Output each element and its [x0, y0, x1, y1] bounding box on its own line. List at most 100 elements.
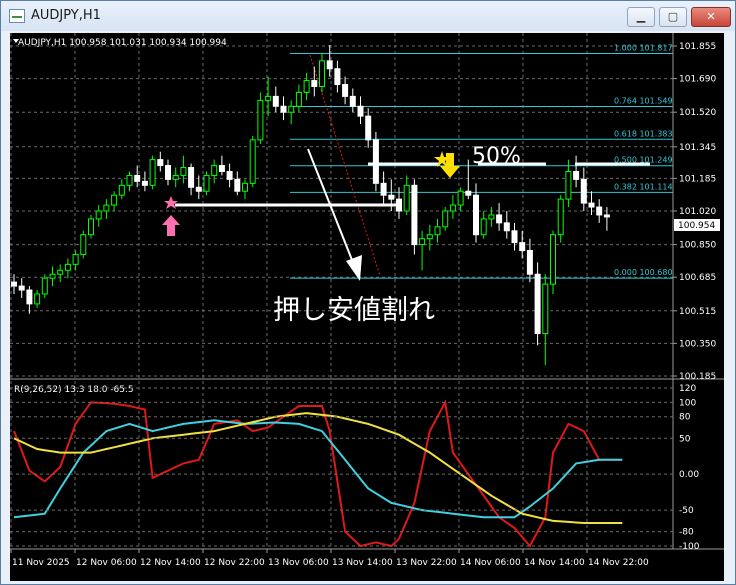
- candle-body: [57, 269, 64, 275]
- candle-body: [426, 234, 433, 240]
- oscillator-info: R(9,26,52) 13.3 18.0 -65.5: [14, 385, 134, 395]
- chart-area[interactable]: 1.000 101.817 0.764 101.549 0.618 101.383 0…: [10, 33, 724, 581]
- candle-body: [488, 214, 495, 220]
- candle-body: [218, 165, 225, 172]
- osc-tick-label: 50: [679, 434, 691, 444]
- oscillator-scale: 120 100 80 50 0.00 -50 -80 -100: [10, 384, 700, 552]
- price-tick-label: 101.855: [679, 42, 716, 52]
- chart-window-icon: [9, 9, 25, 23]
- candle-body: [326, 60, 333, 70]
- candle-body: [534, 273, 541, 335]
- current-price-label: 100.954: [678, 221, 715, 231]
- candle-body: [226, 170, 233, 180]
- grid: [10, 33, 673, 549]
- candle-body: [172, 174, 179, 180]
- fib-level-label: 1.000 101.817: [614, 44, 673, 53]
- time-tick-label: 14 Nov 22:00: [588, 558, 649, 568]
- candle-body: [557, 198, 564, 236]
- time-axis: 11 Nov 2025 12 Nov 06:00 12 Nov 14:00 12 No…: [10, 549, 649, 568]
- candle-body: [88, 218, 94, 236]
- candle-body: [365, 115, 372, 141]
- fifty-percent-label: 50%: [472, 144, 521, 169]
- candle-body: [49, 273, 56, 279]
- candle-body: [280, 105, 287, 113]
- candle-body: [334, 68, 341, 86]
- candle-body: [603, 214, 610, 218]
- fib-level-label: 0.764 101.549: [614, 96, 673, 105]
- candle-body: [72, 253, 79, 265]
- title-bar[interactable]: AUDJPY,H1 ▁ ▢ ✕: [1, 1, 735, 31]
- candle-body: [519, 242, 526, 252]
- candle-body: [242, 182, 248, 192]
- candle-body: [319, 60, 325, 88]
- candle-body: [411, 184, 418, 246]
- candle-body: [511, 230, 518, 244]
- fib-level-label: 0.000 100.680: [614, 268, 673, 277]
- symbol-info: AUDJPY,H1 100.958 101.031 100.934 100.99…: [18, 38, 227, 48]
- osc-tick-label: -80: [679, 528, 694, 538]
- price-tick-label: 100.515: [679, 307, 716, 317]
- close-button[interactable]: ✕: [691, 7, 731, 27]
- candle-body: [449, 204, 456, 212]
- osc-tick-label: 0.00: [679, 470, 699, 480]
- candle-body: [372, 139, 379, 184]
- candle-body: [526, 250, 533, 275]
- break-annotation: 押し安値割れ: [273, 295, 435, 326]
- time-tick-label: 13 Nov 22:00: [396, 558, 457, 568]
- price-tick-label: 101.185: [679, 174, 716, 184]
- minimize-button[interactable]: ▁: [627, 7, 655, 27]
- candle-body: [573, 170, 580, 180]
- fib-level-label: 0.382 101.114: [614, 182, 673, 191]
- price-chart[interactable]: 1.000 101.817 0.764 101.549 0.618 101.383 0…: [10, 33, 724, 581]
- candle-body: [442, 210, 449, 228]
- candle-body: [465, 190, 472, 196]
- maximize-button[interactable]: ▢: [659, 7, 687, 27]
- candle-body: [419, 238, 426, 246]
- candle-body: [103, 204, 110, 212]
- candle-body: [126, 174, 133, 186]
- cyan-oscillator-line: [13, 419, 623, 519]
- candle-body: [249, 139, 256, 184]
- window-title: AUDJPY,H1: [31, 8, 101, 23]
- osc-tick-label: 80: [679, 413, 691, 423]
- candle-body: [26, 289, 33, 305]
- candle-body: [565, 170, 572, 200]
- candle-body: [342, 84, 349, 97]
- candle-body: [496, 214, 503, 224]
- candle-body: [11, 281, 17, 287]
- candle-body: [550, 234, 556, 285]
- candle-body: [596, 206, 603, 216]
- osc-tick-label: -50: [679, 506, 694, 516]
- fib-level-label: 0.618 101.383: [614, 129, 673, 138]
- price-tick-label: 101.345: [679, 143, 716, 153]
- candle-body: [180, 167, 187, 176]
- price-tick-label: 101.520: [679, 108, 716, 118]
- candle-body: [141, 180, 148, 186]
- candle-body: [380, 182, 387, 196]
- price-tick-label: 100.350: [679, 339, 716, 349]
- price-tick-label: 101.690: [679, 75, 716, 85]
- candle-body: [165, 165, 171, 180]
- candle-body: [580, 178, 587, 204]
- candle-body: [403, 184, 410, 212]
- candle-body: [111, 194, 118, 206]
- candle-body: [473, 194, 479, 236]
- time-tick-label: 14 Nov 14:00: [524, 558, 585, 568]
- time-tick-label: 13 Nov 14:00: [332, 558, 393, 568]
- time-tick-label: 12 Nov 22:00: [204, 558, 265, 568]
- candle-body: [311, 80, 318, 88]
- candle-body: [118, 184, 125, 196]
- candle-body: [588, 202, 595, 208]
- candle-body: [188, 167, 195, 188]
- pink-up-arrow-icon: [162, 215, 180, 236]
- candle-body: [303, 80, 310, 93]
- candle-body: [265, 95, 272, 101]
- price-tick-label: 101.020: [679, 207, 716, 217]
- osc-tick-label: -100: [679, 542, 700, 552]
- candle-body: [18, 285, 25, 291]
- price-scale: 101.855 101.690 101.520 101.345 101.185 101.0…: [673, 42, 716, 382]
- candle-body: [234, 178, 241, 192]
- candle-body: [157, 159, 164, 167]
- candle-body: [295, 91, 302, 107]
- candle-body: [80, 234, 87, 255]
